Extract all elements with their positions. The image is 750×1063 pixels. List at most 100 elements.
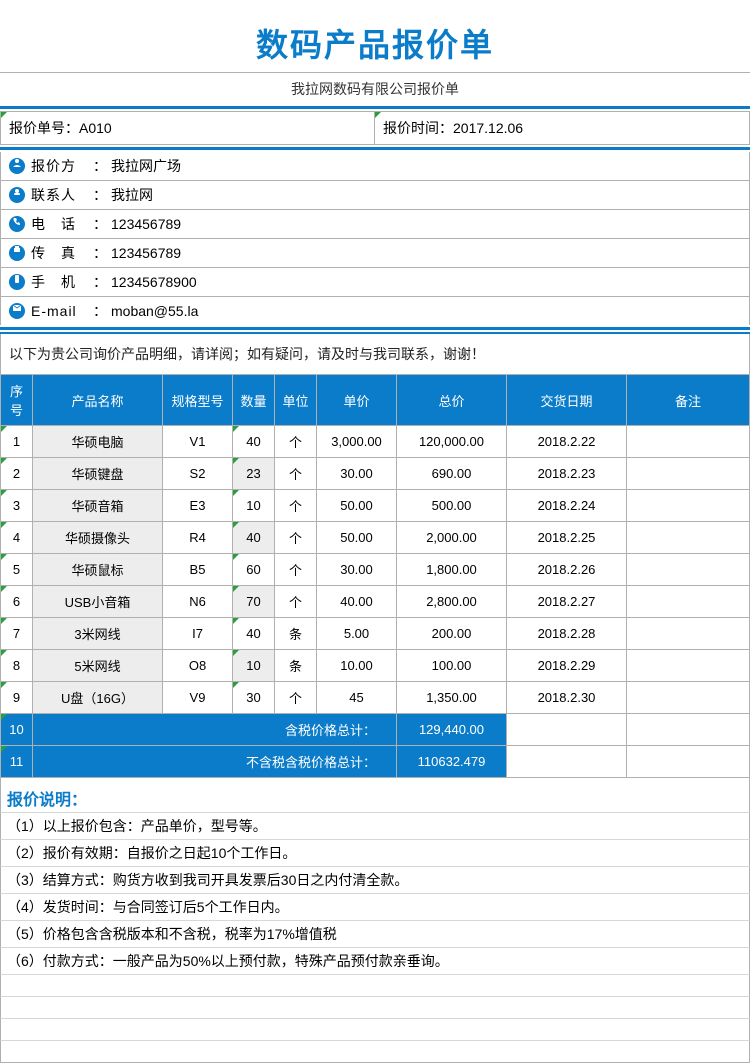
cell-remark [627,586,750,618]
fax-icon [9,245,25,261]
cell-no: 5 [1,554,33,586]
th-unit: 单位 [275,375,317,426]
order-no-label: 报价单号： [9,120,79,136]
date-label: 报价时间： [383,120,453,136]
mobile-icon [9,274,25,290]
empty-row [0,975,750,997]
th-qty: 数量 [233,375,275,426]
cell-no: 3 [1,490,33,522]
cell-name: USB小音箱 [33,586,163,618]
cell-unit: 条 [275,618,317,650]
note-line: （4）发货时间：与合同签订后5个工作日内。 [0,894,750,921]
cell-date: 2018.2.28 [507,618,627,650]
party-value: 我拉网广场 [111,156,181,176]
cell-name: 华硕鼠标 [33,554,163,586]
cell-unit: 个 [275,490,317,522]
cell-total: 120,000.00 [397,426,507,458]
email-icon [9,303,25,319]
cell-qty: 60 [233,554,275,586]
cell-remark [627,682,750,714]
phone-label: 电 话 [31,214,89,234]
cell-remark [627,458,750,490]
th-price: 单价 [317,375,397,426]
fax-label: 传 真 [31,243,89,263]
cell-total: 2,800.00 [397,586,507,618]
cell-date: 2018.2.27 [507,586,627,618]
cell-spec: N6 [163,586,233,618]
cell-total: 500.00 [397,490,507,522]
cell-total: 1,800.00 [397,554,507,586]
cell-total: 2,000.00 [397,522,507,554]
cell-spec: S2 [163,458,233,490]
cell-price: 10.00 [317,650,397,682]
cell-remark [627,522,750,554]
cell-name: 3米网线 [33,618,163,650]
th-no: 序号 [1,375,33,426]
cell-no: 8 [1,650,33,682]
th-date: 交货日期 [507,375,627,426]
phone-icon [9,216,25,232]
cell-price: 5.00 [317,618,397,650]
cell-total: 200.00 [397,618,507,650]
cell-qty: 30 [233,682,275,714]
empty-row [0,1019,750,1041]
cell-name: 华硕电脑 [33,426,163,458]
cell-unit: 个 [275,682,317,714]
total-notax-value: 110632.479 [397,746,507,778]
th-total: 总价 [397,375,507,426]
note-line: （6）付款方式：一般产品为50%以上预付款，特殊产品预付款亲垂询。 [0,948,750,975]
cell-remark [627,650,750,682]
total-notax-label: 不含税含税价格总计： [33,746,397,778]
intro-text: 以下为贵公司询价产品明细，请详阅；如有疑问，请及时与我司联系，谢谢！ [0,334,750,374]
cell-remark [627,618,750,650]
cell-date: 2018.2.26 [507,554,627,586]
cell-total: 1,350.00 [397,682,507,714]
cell-spec: I7 [163,618,233,650]
table-row: 2华硕键盘S223个30.00690.002018.2.23 [1,458,750,490]
email-label: E-mail [31,303,89,319]
table-row: 3华硕音箱E310个50.00500.002018.2.24 [1,490,750,522]
cell-date: 2018.2.22 [507,426,627,458]
cell-spec: V1 [163,426,233,458]
cell-unit: 个 [275,586,317,618]
cell-remark [627,426,750,458]
note-line: （5）价格包含含税版本和不含税，税率为17%增值税 [0,921,750,948]
cell-price: 50.00 [317,490,397,522]
cell-spec: B5 [163,554,233,586]
mobile-label: 手 机 [31,272,89,292]
table-row: 9U盘（16G）V930个451,350.002018.2.30 [1,682,750,714]
cell-unit: 个 [275,426,317,458]
cell-name: U盘（16G） [33,682,163,714]
total-row-11-no: 11 [1,746,33,778]
cell-unit: 条 [275,650,317,682]
page-title: 数码产品报价单 [0,20,750,66]
contact-icon [9,187,25,203]
th-remark: 备注 [627,375,750,426]
cell-remark [627,490,750,522]
order-no-value: A010 [79,120,112,136]
party-label: 报价方 [31,156,89,176]
th-spec: 规格型号 [163,375,233,426]
cell-total: 100.00 [397,650,507,682]
cell-remark [627,554,750,586]
email-value: moban@55.la [111,303,198,319]
mobile-value: 12345678900 [111,274,197,290]
contact-label: 联系人 [31,185,89,205]
cell-qty: 40 [233,426,275,458]
empty-row [0,997,750,1019]
table-row: 4华硕摄像头R440个50.002,000.002018.2.25 [1,522,750,554]
cell-qty: 10 [233,490,275,522]
cell-no: 7 [1,618,33,650]
cell-spec: E3 [163,490,233,522]
subtitle: 我拉网数码有限公司报价单 [0,72,750,99]
cell-total: 690.00 [397,458,507,490]
phone-value: 123456789 [111,216,181,232]
meta-row: 报价单号：A010 报价时间：2017.12.06 [0,111,750,145]
total-tax-label: 含税价格总计： [33,714,397,746]
cell-spec: O8 [163,650,233,682]
cell-name: 华硕摄像头 [33,522,163,554]
cell-price: 3,000.00 [317,426,397,458]
note-line: （3）结算方式：购货方收到我司开具发票后30日之内付清全款。 [0,867,750,894]
cell-date: 2018.2.24 [507,490,627,522]
cell-date: 2018.2.23 [507,458,627,490]
